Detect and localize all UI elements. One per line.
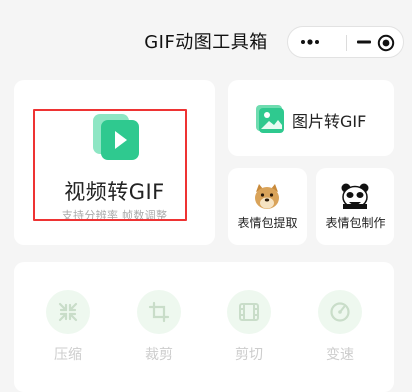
mini-program-capsule: [287, 26, 404, 58]
selection-highlight: [33, 109, 187, 221]
close-target-icon[interactable]: [377, 34, 395, 52]
tool-cut-label: 剪切: [235, 347, 263, 363]
speed-icon-wrap: [318, 290, 362, 334]
compress-icon: [58, 302, 78, 322]
tool-cut[interactable]: 剪切: [219, 290, 279, 364]
page-title: GIF动图工具箱: [144, 32, 268, 53]
minimize-icon[interactable]: [355, 35, 373, 49]
tool-crop-label: 裁剪: [145, 347, 173, 363]
image-to-gif-label: 图片转GIF: [292, 112, 367, 131]
speed-icon: [330, 302, 350, 322]
tool-compress[interactable]: 压缩: [38, 290, 98, 364]
tool-speed[interactable]: 变速: [310, 290, 370, 364]
panda-emoji-icon: [341, 183, 369, 209]
compress-icon-wrap: [46, 290, 90, 334]
crop-icon-wrap: [137, 290, 181, 334]
doge-emoji-icon: [255, 184, 279, 209]
emoji-extract-label: 表情包提取: [237, 216, 298, 230]
tool-compress-label: 压缩: [54, 347, 82, 363]
tool-speed-label: 变速: [326, 347, 354, 363]
more-dots-icon[interactable]: [300, 35, 322, 49]
tool-crop[interactable]: 裁剪: [129, 290, 189, 364]
image-icon: [256, 105, 284, 133]
film-cut-icon-wrap: [227, 290, 271, 334]
crop-icon: [148, 301, 170, 323]
capsule-divider: [346, 35, 347, 51]
emoji-make-label: 表情包制作: [325, 216, 386, 230]
film-cut-icon: [239, 303, 259, 321]
